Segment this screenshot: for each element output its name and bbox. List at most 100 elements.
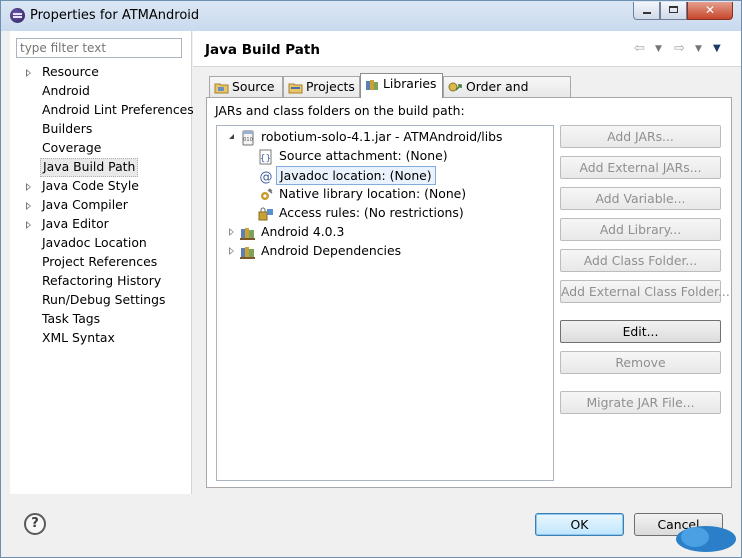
migrate-jar-button[interactable]: Migrate JAR File... (560, 391, 721, 414)
remove-button[interactable]: Remove (560, 351, 721, 374)
sidebar-item[interactable]: Builders (10, 120, 192, 139)
tab-label: Source (232, 79, 275, 94)
sidebar-item-label: Android Lint Preferences (42, 102, 194, 117)
sidebar-item[interactable]: Coverage (10, 139, 192, 158)
tree-item-label: robotium-solo-4.1.jar - ATMAndroid/libs (261, 129, 503, 144)
sidebar-item-label: Resource (42, 64, 99, 79)
sidebar-item[interactable]: XML Syntax (10, 329, 192, 348)
tree-item-label: Android Dependencies (261, 243, 402, 258)
tree-item-label: Javadoc location: (None) (276, 166, 436, 185)
sidebar-item-label: XML Syntax (42, 330, 115, 345)
filter-input[interactable] (16, 38, 182, 58)
expand-arrow-icon[interactable] (26, 202, 31, 210)
svg-text:010: 010 (243, 137, 253, 143)
build-path-tree[interactable]: 010 robotium-solo-4.1.jar - ATMAndroid/li… (216, 125, 554, 481)
build-path-label: JARs and class folders on the build path… (215, 103, 465, 118)
expand-arrow-icon[interactable] (26, 69, 31, 77)
add-variable-button[interactable]: Add Variable... (560, 187, 721, 210)
eclipse-icon (10, 8, 25, 23)
tree-item[interactable]: Native library location: (None) (217, 185, 547, 204)
add-class-folder-button[interactable]: Add Class Folder... (560, 249, 721, 272)
properties-dialog: Properties for ATMAndroid ✕ Resource Andr… (0, 0, 742, 558)
property-page: Java Build Path ⇦ ▼ ⇨ ▼ ▼ Source Project… (193, 31, 741, 494)
sidebar-item-label: Java Compiler (42, 197, 128, 212)
page-header: Java Build Path ⇦ ▼ ⇨ ▼ ▼ (193, 31, 741, 67)
sidebar-item-label: Builders (42, 121, 93, 136)
svg-text:@: @ (260, 170, 273, 184)
site-watermark-logo (676, 526, 736, 552)
sidebar-item-label: Task Tags (42, 311, 101, 326)
tree-item[interactable]: {} Source attachment: (None) (217, 147, 547, 166)
sidebar-item[interactable]: Java Compiler (10, 196, 192, 215)
sidebar-item[interactable]: Java Build Path (10, 158, 192, 177)
close-button[interactable]: ✕ (687, 2, 733, 20)
page-title: Java Build Path (205, 42, 320, 58)
sidebar-item[interactable]: Refactoring History (10, 272, 192, 291)
add-library-button[interactable]: Add Library... (560, 218, 721, 241)
collapse-arrow-icon[interactable] (229, 134, 234, 139)
minimize-icon (642, 12, 651, 14)
back-arrow-icon[interactable]: ⇦ (634, 41, 645, 56)
add-jars-button[interactable]: Add JARs... (560, 125, 721, 148)
sidebar-item[interactable]: Android (10, 82, 192, 101)
back-dropdown-icon[interactable]: ▼ (655, 44, 662, 54)
view-menu-icon[interactable]: ▼ (713, 43, 721, 54)
library-container-icon (240, 225, 256, 241)
forward-dropdown-icon[interactable]: ▼ (695, 44, 702, 54)
sidebar-item-label: Project References (42, 254, 158, 269)
jar-icon: 010 (240, 130, 256, 146)
help-icon[interactable]: ? (24, 513, 46, 535)
maximize-button[interactable] (660, 2, 687, 20)
sidebar-item-label: Refactoring History (42, 273, 162, 288)
add-external-class-folder-button[interactable]: Add External Class Folder... (560, 280, 730, 303)
projects-icon (288, 83, 303, 94)
add-external-jars-button[interactable]: Add External JARs... (560, 156, 721, 179)
sidebar-item[interactable]: Java Editor (10, 215, 192, 234)
tab-order-and-export[interactable]: Order and Export (443, 76, 571, 114)
close-icon: ✕ (704, 3, 716, 17)
sidebar-item-label: Android (42, 83, 90, 98)
sidebar-item[interactable]: Java Code Style (10, 177, 192, 196)
tab-projects[interactable]: Projects (283, 76, 360, 98)
sidebar-item[interactable]: Project References (10, 253, 192, 272)
tree-item[interactable]: @ Javadoc location: (None) (217, 166, 547, 185)
tab-label: Libraries (383, 76, 437, 91)
tree-item[interactable]: 010 robotium-solo-4.1.jar - ATMAndroid/li… (217, 128, 547, 147)
tree-item-label: Android 4.0.3 (261, 224, 345, 239)
javadoc-icon: @ (258, 168, 274, 185)
sidebar-item-label: Javadoc Location (42, 235, 147, 250)
expand-arrow-icon[interactable] (26, 183, 31, 191)
sidebar-item[interactable]: Task Tags (10, 310, 192, 329)
minimize-button[interactable] (633, 2, 660, 20)
ok-button[interactable]: OK (535, 513, 624, 536)
tree-item[interactable]: Android 4.0.3 (217, 223, 547, 242)
title-bar[interactable]: Properties for ATMAndroid ✕ (1, 1, 741, 31)
sidebar-item[interactable]: Run/Debug Settings (10, 291, 192, 310)
tree-item-label: Source attachment: (None) (279, 148, 448, 163)
forward-arrow-icon[interactable]: ⇨ (674, 41, 685, 56)
sidebar-item[interactable]: Android Lint Preferences (10, 101, 194, 120)
tree-item[interactable]: Android Dependencies (217, 242, 547, 261)
source-folder-icon (214, 83, 229, 94)
edit-button[interactable]: Edit... (560, 320, 721, 343)
tree-item[interactable]: Access rules: (No restrictions) (217, 204, 547, 223)
maximize-icon (669, 6, 678, 13)
tab-libraries[interactable]: Libraries (360, 73, 443, 98)
tree-item-label: Native library location: (None) (279, 186, 467, 201)
expand-arrow-icon[interactable] (26, 221, 31, 229)
sidebar-item-label: Coverage (42, 140, 102, 155)
expand-arrow-icon[interactable] (229, 228, 234, 236)
native-library-icon (258, 187, 274, 203)
tab-label: Projects (306, 79, 355, 94)
libraries-tab-panel: JARs and class folders on the build path… (206, 97, 732, 488)
tree-item-label: Access rules: (No restrictions) (279, 205, 464, 220)
sidebar-item[interactable]: Resource (10, 63, 192, 82)
tab-source[interactable]: Source (209, 76, 283, 98)
sidebar-item-label: Java Code Style (42, 178, 139, 193)
window-title: Properties for ATMAndroid (30, 8, 200, 23)
access-rules-icon (258, 206, 274, 222)
library-container-icon (240, 244, 256, 260)
source-attachment-icon: {} (258, 149, 274, 165)
sidebar-item[interactable]: Javadoc Location (10, 234, 192, 253)
expand-arrow-icon[interactable] (229, 247, 234, 255)
